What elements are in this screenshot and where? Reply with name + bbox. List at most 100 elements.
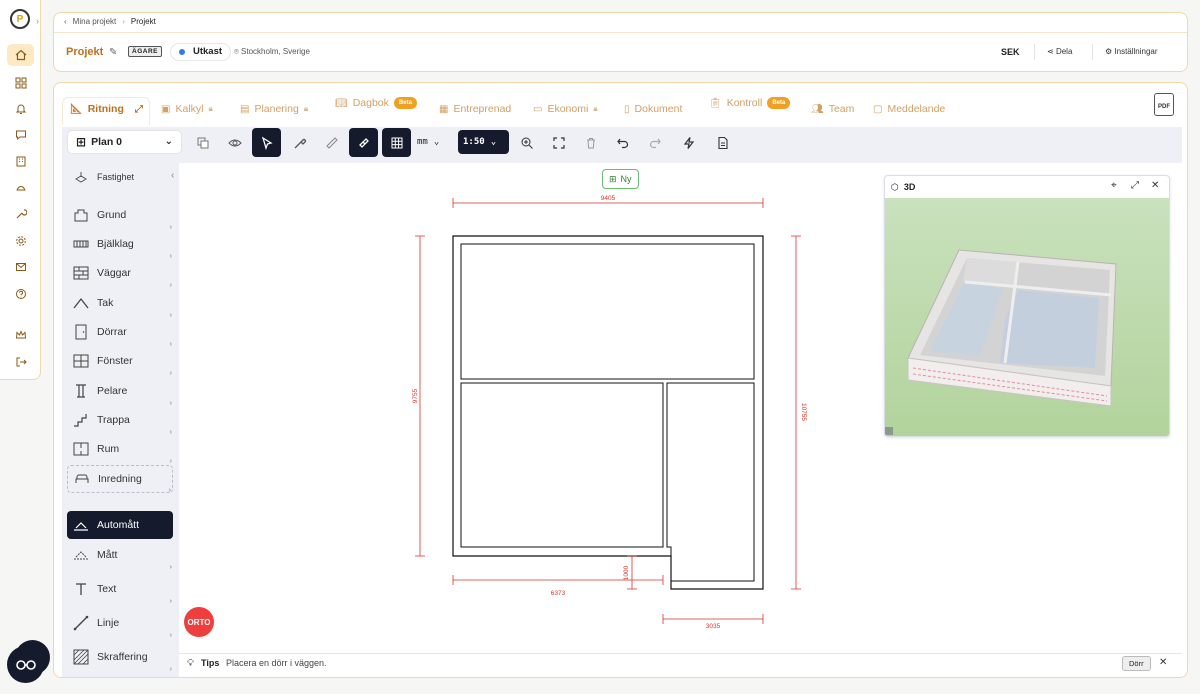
copy-icon[interactable]	[188, 128, 217, 157]
home-icon[interactable]	[7, 44, 34, 66]
gear-icon[interactable]	[7, 230, 34, 252]
tool-linje[interactable]: Linje ›	[67, 609, 173, 639]
3d-scene[interactable]	[885, 198, 1169, 436]
tool-pelare[interactable]: Pelare ›	[67, 377, 173, 407]
door-tool-button[interactable]: Dörr	[1122, 656, 1151, 671]
crown-icon[interactable]	[7, 324, 34, 346]
fit-view-icon[interactable]	[544, 128, 573, 157]
chevron-right-icon[interactable]: ›	[170, 458, 172, 465]
tab-ekonomi[interactable]: ▭ Ekonomi 🔒︎	[533, 103, 598, 115]
helmet-icon[interactable]	[7, 176, 34, 198]
tab-entreprenad[interactable]: ▦ Entreprenad	[439, 103, 511, 115]
chevron-right-icon[interactable]: ›	[169, 487, 171, 494]
dim-extension-width: 3035	[706, 623, 721, 630]
room-bottom-left	[460, 382, 664, 548]
dashboard-icon[interactable]	[7, 72, 34, 94]
room-bottom-right	[666, 382, 755, 582]
status-badge[interactable]: Utkast	[170, 43, 232, 61]
clipboard-icon: 📋︎	[709, 97, 722, 109]
share-button[interactable]: ⋖ Dela	[1047, 47, 1072, 56]
tab-meddelande[interactable]: ▢ Meddelande	[873, 103, 945, 115]
tab-dokument[interactable]: ▯ Dokument	[624, 103, 682, 115]
bell-icon[interactable]	[7, 98, 34, 120]
tab-team[interactable]: 👥︎ Team	[811, 103, 854, 115]
settings-button[interactable]: ⚙ Inställningar	[1105, 47, 1158, 56]
eyedropper-icon[interactable]	[285, 128, 314, 157]
tool-text[interactable]: Text ›	[67, 575, 173, 605]
tool-fonster[interactable]: Fönster ›	[67, 347, 173, 377]
select-cursor-icon[interactable]	[252, 128, 281, 157]
tool-label: Dörrar	[97, 326, 127, 338]
orto-toggle[interactable]: ORTO	[184, 607, 214, 637]
tab-label: Ekonomi	[547, 103, 589, 115]
eye-icon[interactable]	[220, 128, 249, 157]
tab-kontroll[interactable]: 📋︎ Kontroll Beta	[709, 97, 791, 109]
pencil-icon[interactable]: ✎	[109, 47, 117, 58]
trash-icon[interactable]	[576, 128, 605, 157]
lightning-icon[interactable]	[674, 128, 703, 157]
chevron-right-icon[interactable]: ›	[170, 370, 172, 377]
chevron-right-icon[interactable]: ›	[170, 282, 172, 289]
tool-automatt[interactable]: Automått	[67, 511, 173, 539]
chevron-right-icon[interactable]: ›	[170, 564, 172, 571]
tool-trappa[interactable]: Trappa ›	[67, 406, 173, 436]
property-icon	[73, 169, 89, 185]
snap-magnet-icon[interactable]	[349, 128, 378, 157]
currency-selector[interactable]: SEK	[1001, 47, 1020, 57]
dimension-lines	[415, 198, 801, 624]
pdf-export-button[interactable]: PDF	[1154, 93, 1174, 116]
tool-vaggar[interactable]: Väggar ›	[67, 259, 173, 289]
target-icon[interactable]: ⌖	[1111, 180, 1117, 191]
report-icon[interactable]	[708, 128, 737, 157]
help-icon[interactable]	[7, 283, 34, 305]
tool-bjalklag[interactable]: Bjälklag ›	[67, 230, 173, 260]
tool-label: Linje	[97, 617, 120, 629]
tab-ritning[interactable]: 📐︎ Ritning ⤢	[70, 103, 143, 115]
scale-select[interactable]: 1:50 ⌄	[458, 130, 509, 154]
tool-fastighet[interactable]: Fastighet	[67, 167, 173, 187]
tab-kalkyl[interactable]: ▣ Kalkyl 🔒︎	[161, 103, 213, 115]
chat-icon[interactable]	[7, 124, 34, 146]
chevron-right-icon[interactable]: ›	[170, 598, 172, 605]
tab-planering[interactable]: ▤ Planering 🔒︎	[240, 103, 308, 115]
zoom-in-icon[interactable]	[512, 128, 541, 157]
lightbulb-icon: 💡︎	[187, 658, 194, 669]
ruler-icon: 📐︎	[70, 103, 83, 115]
close-icon[interactable]: ✕	[1151, 180, 1159, 191]
tool-label: Fastighet	[97, 172, 135, 182]
chat-launcher-button[interactable]	[7, 646, 44, 683]
collapse-panel-icon[interactable]: ‹	[171, 170, 174, 181]
chevron-down-icon: ⌄	[164, 136, 173, 147]
tool-rum[interactable]: Rum ›	[67, 435, 173, 465]
chevron-right-icon[interactable]: ›	[170, 632, 172, 639]
redo-icon[interactable]	[640, 128, 669, 157]
tool-panel: Fastighet Grund › Bjälklag › Väggar › Ta…	[62, 163, 179, 677]
logout-icon[interactable]	[7, 351, 34, 373]
tool-tak[interactable]: Tak ›	[67, 289, 173, 319]
mail-icon[interactable]	[7, 256, 34, 278]
tool-matt[interactable]: Mått ›	[67, 541, 173, 571]
plan-select[interactable]: ⊞ Plan 0 ⌄	[67, 130, 182, 154]
undo-icon[interactable]	[608, 128, 637, 157]
expand-icon[interactable]: ⤢	[135, 104, 143, 115]
close-icon[interactable]: ✕	[1159, 657, 1167, 668]
tool-grund[interactable]: Grund ›	[67, 201, 173, 231]
ruler-tool-icon[interactable]	[317, 128, 346, 157]
rail-expand-icon[interactable]: ›	[36, 16, 39, 26]
cube-icon: ⬡	[891, 181, 899, 192]
buildings-icon[interactable]	[7, 150, 34, 172]
breadcrumb-back[interactable]: Mina projekt	[73, 17, 117, 26]
unit-select[interactable]: mm ⌄	[417, 132, 453, 152]
outer-wall	[452, 235, 764, 590]
fullscreen-icon[interactable]: ⤢	[1131, 180, 1139, 191]
wrench-icon[interactable]	[7, 203, 34, 225]
tool-label: Tak	[97, 297, 114, 309]
tab-dagbok[interactable]: 📖︎ Dagbok Beta	[335, 97, 417, 109]
logo-icon[interactable]: P	[10, 9, 30, 29]
chevron-right-icon[interactable]: ›	[170, 666, 172, 673]
grid-icon[interactable]	[382, 128, 411, 157]
3d-view-panel: ⬡ 3D ⌖ ⤢ ✕	[884, 175, 1170, 437]
tool-inredning[interactable]: Inredning ›	[67, 465, 173, 494]
tool-skraffering[interactable]: Skraffering ›	[67, 643, 173, 673]
tool-dorrar[interactable]: Dörrar ›	[67, 318, 173, 348]
